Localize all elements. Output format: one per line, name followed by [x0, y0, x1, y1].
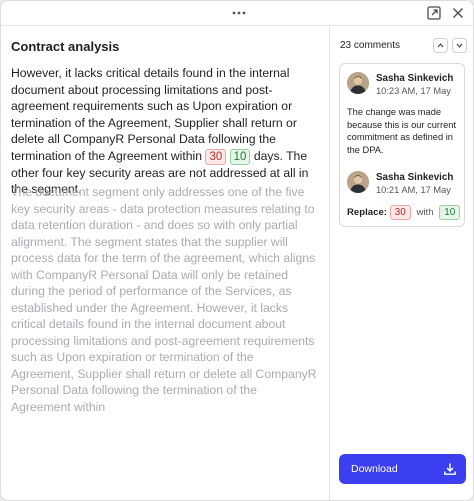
download-button[interactable]: Download [339, 454, 466, 484]
added-value-chip[interactable]: 10 [229, 148, 251, 165]
replace-label: Replace: [347, 207, 387, 218]
comment-time: 10:21 AM, 17 May [376, 185, 451, 195]
replacement-summary: Replace: 30 with 10 [347, 205, 461, 220]
download-icon [443, 462, 457, 476]
inactive-segment: The document segment only addresses one … [11, 185, 317, 414]
close-icon[interactable] [450, 5, 466, 21]
removed-value-chip[interactable]: 30 [205, 148, 227, 165]
comment-author: Sasha Sinkevich [376, 172, 454, 183]
window-title-bar [1, 1, 473, 26]
download-label: Download [351, 463, 398, 475]
comment-author: Sasha Sinkevich [376, 73, 454, 84]
replace-with-label: with [416, 207, 434, 218]
comment-text: The change was made because this is our … [347, 107, 457, 155]
document-panel: Contract analysis However, it lacks crit… [1, 26, 330, 500]
previous-comment-button[interactable] [433, 38, 448, 53]
avatar [347, 72, 369, 94]
replace-from-chip: 30 [389, 205, 411, 220]
avatar [347, 171, 369, 193]
next-comment-button[interactable] [452, 38, 467, 53]
active-segment: However, it lacks critical details found… [11, 65, 319, 198]
comments-count: 23 comments [340, 40, 401, 51]
contract-analysis-window: Contract analysis However, it lacks crit… [0, 0, 474, 501]
comment-thread-card[interactable]: Sasha Sinkevich 10:23 AM, 17 May The cha… [339, 63, 465, 227]
comment-time: 10:23 AM, 17 May [376, 86, 451, 96]
replace-to-chip: 10 [439, 205, 461, 220]
drag-handle-icon[interactable] [232, 9, 246, 17]
comments-sidebar: 23 comments Sasha Sinkevich 10:23 AM, 17 [330, 26, 473, 500]
panel-title: Contract analysis [11, 39, 120, 54]
open-external-icon[interactable] [426, 5, 442, 21]
